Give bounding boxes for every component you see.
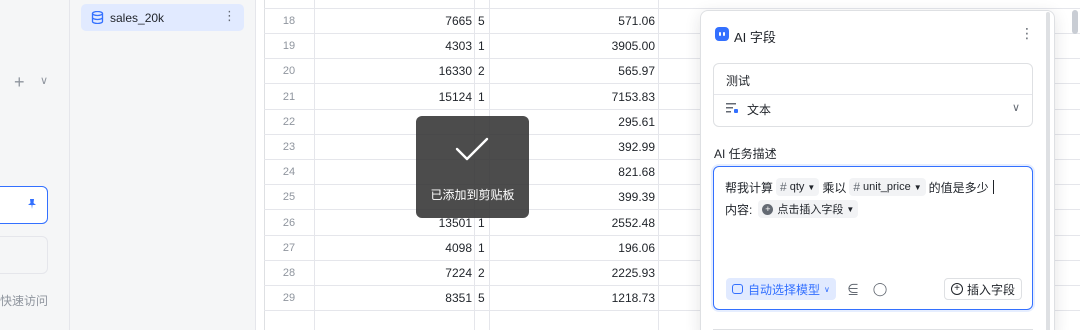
column-divider [314,0,315,330]
text-type-icon [726,103,738,113]
row-number[interactable]: 22 [264,116,314,128]
field-type-select[interactable]: 文本 [747,101,771,118]
prompt-editor[interactable]: 帮我计算 # qty ▼ 乘以 # unit_price ▼ 的值是多少 内容: + 点击… [713,166,1033,310]
table-cell[interactable]: 571.06 [490,14,655,28]
model-select-button[interactable]: 自动选择模型 ∨ [726,278,836,300]
table-cell[interactable]: 4303 [314,39,472,53]
table-header [264,0,1080,9]
scrollbar-thumb[interactable] [1072,10,1078,34]
column-divider [658,0,659,330]
check-icon [455,137,489,161]
nav-item-box[interactable] [0,236,48,274]
table-cell[interactable]: 7665 [314,14,472,28]
pin-icon[interactable] [27,199,37,209]
row-number[interactable]: 20 [264,65,314,77]
table-cell[interactable]: 7224 [314,266,472,280]
ai-field-panel: AI 字段 ⋮ 测试 文本 ∨ AI 任务描述 帮我计算 # qty ▼ 乘以 # u… [700,10,1055,330]
divider [714,94,1032,95]
row-number[interactable]: 23 [264,141,314,153]
row-number[interactable]: 18 [264,15,314,27]
field-config-box: 测试 文本 ∨ [713,63,1033,127]
row-number[interactable]: 25 [264,191,314,203]
field-chip-unit-price[interactable]: # unit_price ▼ [849,178,926,196]
number-icon: # [780,180,787,194]
model-label: 自动选择模型 [748,282,821,297]
insert-field-button[interactable]: + 插入字段 [943,278,1022,300]
table-cell[interactable]: 565.97 [490,64,655,78]
more-icon[interactable]: ⋮ [223,8,236,24]
content-label: 内容: [725,202,753,217]
prompt-text: 乘以 [822,180,847,195]
model-icon [732,284,743,294]
row-number[interactable]: 28 [264,267,314,279]
insert-field-label: 插入字段 [966,282,1015,297]
row-number[interactable]: 27 [264,242,314,254]
ai-icon [715,27,729,41]
prompt-text: 的值是多少 [928,180,989,195]
row-number[interactable]: 21 [264,91,314,103]
table-name: sales_20k [110,11,165,25]
panel-scrollbar[interactable] [1046,12,1050,330]
prompt-line[interactable]: 帮我计算 # qty ▼ 乘以 # unit_price ▼ 的值是多少 [725,177,994,197]
table-cell[interactable]: 15124 [314,90,472,104]
toast: 已添加到剪贴板 [416,116,529,218]
toast-message: 已添加到剪贴板 [430,188,515,202]
task-description-label: AI 任务描述 [714,147,777,161]
insert-field-chip[interactable]: + 点击插入字段 ▼ [758,200,859,218]
more-icon[interactable]: ⋮ [1020,25,1034,42]
row-number[interactable]: 24 [264,166,314,178]
chevron-down-icon[interactable]: ∨ [40,74,48,87]
panel-title: AI 字段 [734,30,776,45]
left-nav: + ∨ 快速访问 [0,0,70,330]
row-number[interactable]: 26 [264,217,314,229]
database-icon [91,11,104,24]
text-cursor [992,180,994,194]
table-cell[interactable]: 7153.83 [490,90,655,104]
table-cell[interactable]: 8351 [314,291,472,305]
plus-circle-icon: + [762,203,774,215]
quick-access-label[interactable]: 快速访问 [0,292,48,309]
chevron-down-icon: ▼ [807,182,816,192]
chevron-down-icon[interactable]: ∨ [1012,101,1020,114]
chevron-down-icon: ▼ [913,182,922,192]
prompt-text: 帮我计算 [725,180,774,195]
table-item-active[interactable]: sales_20k ⋮ [81,4,244,31]
table-cell[interactable]: 2225.93 [490,266,655,280]
tables-panel: sales_20k ⋮ [70,0,256,330]
chevron-down-icon: ∨ [824,284,830,294]
pinned-item[interactable] [0,186,48,224]
row-number[interactable]: 29 [264,292,314,304]
chevron-down-icon: ▼ [846,204,855,214]
table-cell[interactable]: 1218.73 [490,291,655,305]
plus-circle-icon: + [950,283,963,295]
globe-icon[interactable]: ◯ [871,280,889,298]
chip-label: qty [789,181,805,193]
chip-label: unit_price [863,181,911,193]
field-chip-qty[interactable]: # qty ▼ [776,178,820,196]
chip-label: 点击插入字段 [777,204,844,216]
number-icon: # [853,180,861,194]
row-number[interactable]: 19 [264,40,314,52]
table-cell[interactable]: 4098 [314,241,472,255]
add-icon[interactable]: + [14,72,25,93]
prompt-line[interactable]: 内容: + 点击插入字段 ▼ [725,199,859,219]
table-cell[interactable]: 3905.00 [490,39,655,53]
format-icon[interactable]: ⋸ [844,280,862,298]
field-name-input[interactable]: 测试 [726,72,750,89]
table-cell[interactable]: 16330 [314,64,472,78]
table-cell[interactable]: 196.06 [490,241,655,255]
